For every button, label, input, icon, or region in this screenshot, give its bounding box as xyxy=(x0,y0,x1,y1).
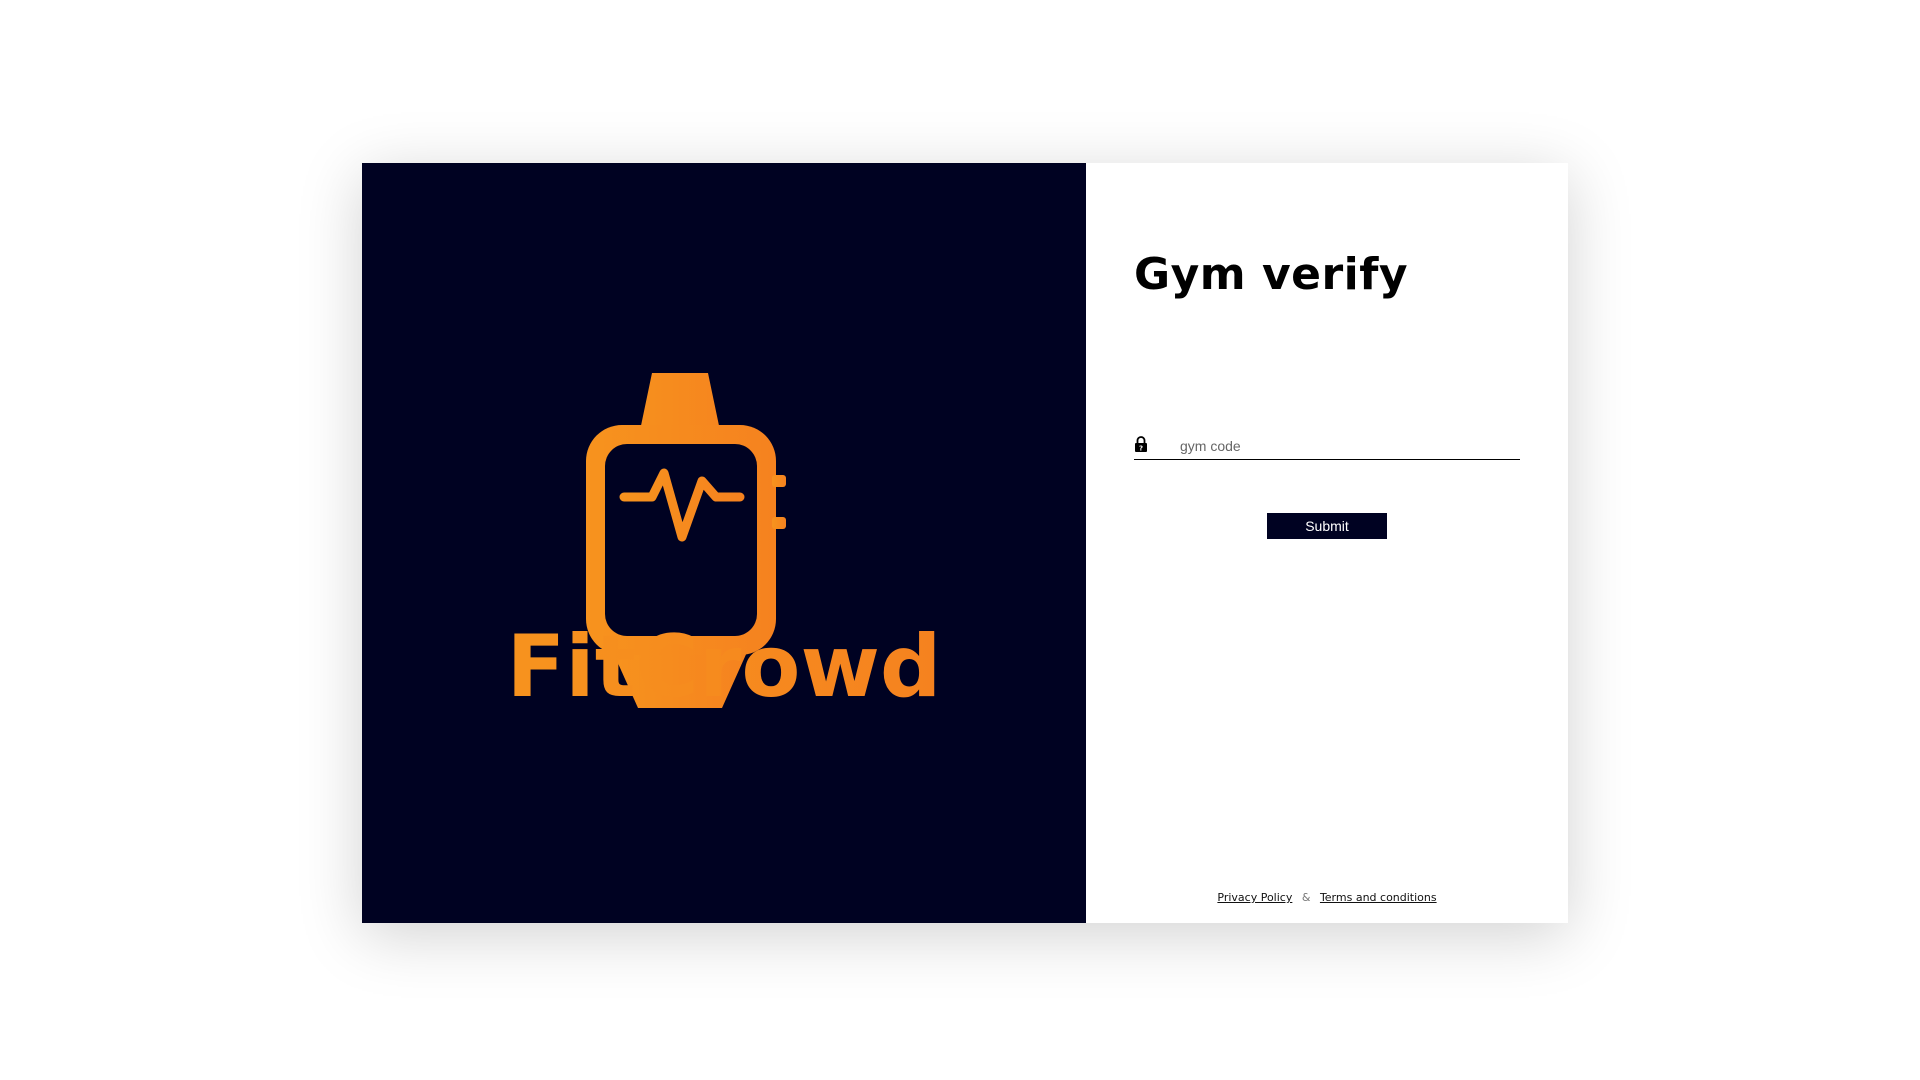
verify-card: FitCrowd Gym verify ? Submit Privacy Pol… xyxy=(362,163,1568,923)
page: FitCrowd Gym verify ? Submit Privacy Pol… xyxy=(0,0,1920,1080)
page-title: Gym verify xyxy=(1134,249,1409,300)
terms-link[interactable]: Terms and conditions xyxy=(1320,891,1437,904)
brand-name: FitCrowd xyxy=(507,617,942,717)
footer-links: Privacy Policy & Terms and conditions xyxy=(1086,891,1568,904)
lock-icon: ? xyxy=(1135,436,1147,453)
submit-button[interactable]: Submit xyxy=(1267,513,1387,539)
privacy-policy-link[interactable]: Privacy Policy xyxy=(1217,891,1292,904)
brand-panel: FitCrowd xyxy=(362,163,1086,923)
gym-code-input[interactable] xyxy=(1180,436,1510,456)
form-panel: Gym verify ? Submit Privacy Policy & Ter… xyxy=(1086,163,1568,923)
footer-separator: & xyxy=(1301,891,1311,904)
brand-logo: FitCrowd xyxy=(507,373,942,717)
gym-code-field: ? xyxy=(1134,433,1520,460)
svg-text:?: ? xyxy=(1139,445,1143,453)
